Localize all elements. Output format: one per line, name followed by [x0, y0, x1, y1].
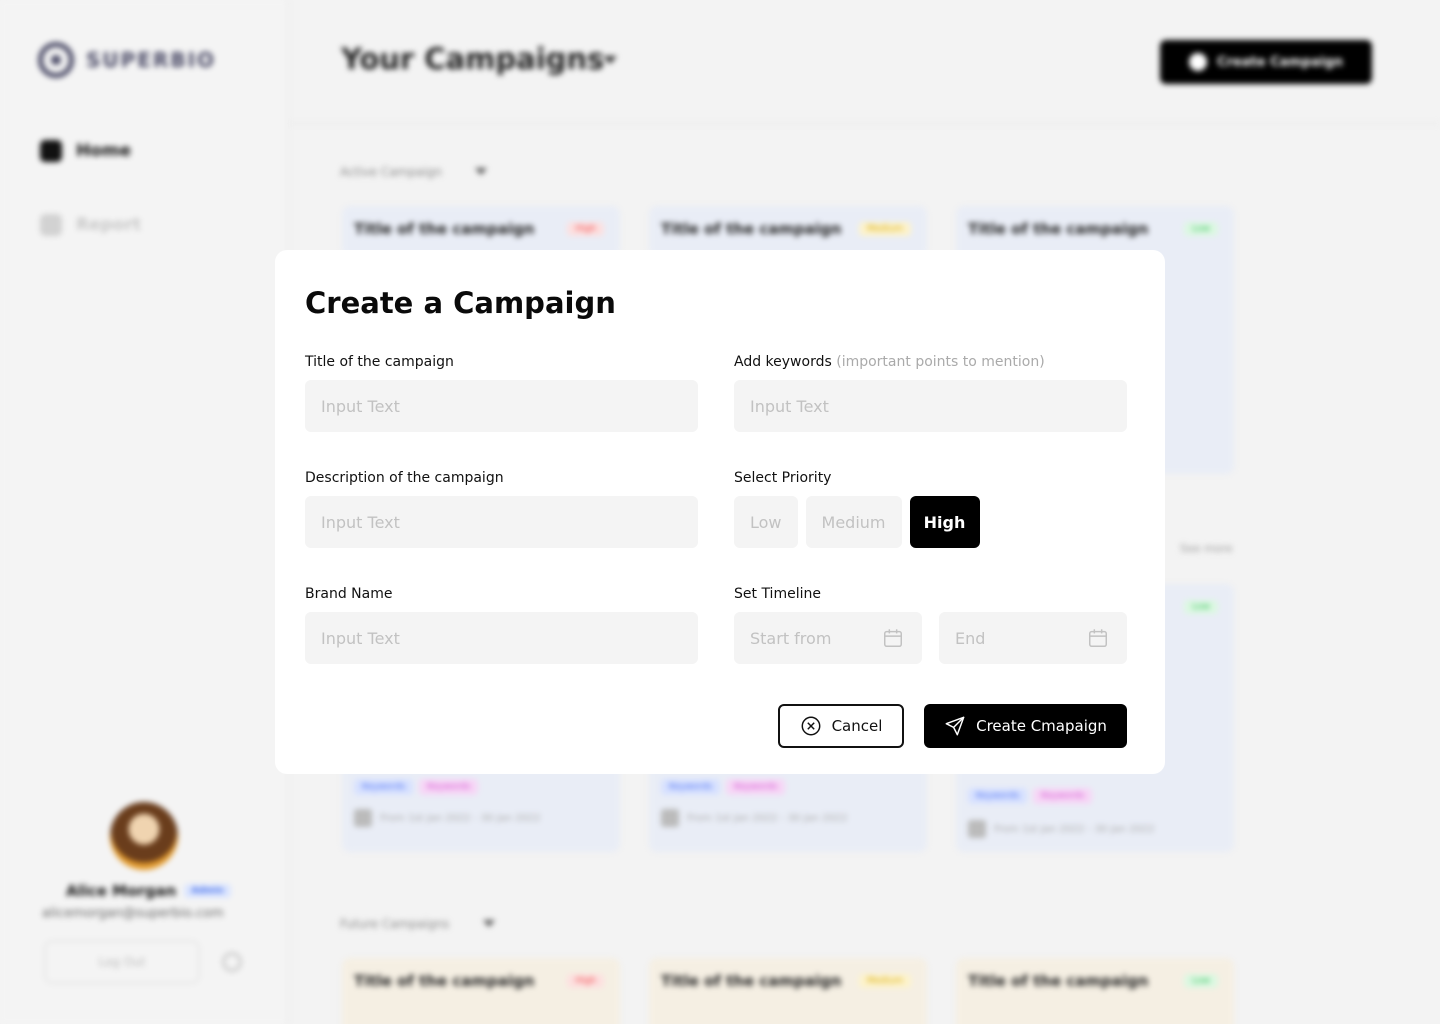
campaign-card[interactable]: Title of the campaign High — [342, 206, 620, 256]
user-name: Alice Morgan Admin — [66, 882, 231, 900]
calendar-icon — [884, 629, 902, 647]
create-campaign-modal: Create a Campaign Title of the campaign … — [275, 250, 1165, 774]
sidebar-item-report[interactable]: Report — [40, 214, 141, 236]
campaign-title-input[interactable] — [305, 380, 698, 432]
header: Your Campaigns Create Campaign — [289, 0, 1440, 124]
timeline-text: From 1st Jan 2022 - 30 Jan 2022 — [687, 812, 848, 824]
end-date-field[interactable]: End — [939, 612, 1127, 664]
priority-badge: Medium — [859, 222, 911, 236]
keywords-hint: (important points to mention) — [836, 354, 1045, 370]
section-future-label: Future Campaigns — [340, 917, 450, 931]
timeline-field-label: Set Timeline — [734, 586, 821, 602]
calendar-icon — [968, 820, 986, 838]
campaign-card[interactable]: Title of the campaign Low — [956, 958, 1234, 1024]
priority-badge: Medium — [859, 974, 911, 988]
start-date-placeholder: Start from — [750, 628, 832, 648]
title-field-label: Title of the campaign — [305, 354, 454, 370]
send-icon — [945, 716, 965, 736]
priority-badge: Low — [1184, 600, 1218, 614]
campaign-card[interactable]: Title of the campaign Medium — [649, 958, 927, 1024]
sidebar-item-label: Report — [76, 215, 141, 235]
start-date-field[interactable]: Start from — [734, 612, 922, 664]
keyword-tag: Keywords — [354, 779, 414, 795]
priority-medium-button[interactable]: Medium — [805, 496, 902, 548]
priority-low-button[interactable]: Low — [734, 496, 798, 548]
logo-text: SUPERBIO — [86, 48, 217, 72]
cancel-label: Cancel — [831, 717, 883, 735]
priority-badge: Low — [1184, 974, 1218, 988]
priority-badge: High — [567, 974, 604, 988]
calendar-icon — [1089, 629, 1107, 647]
report-icon — [40, 214, 62, 236]
card-timeline: From 1st Jan 2022 - 30 Jan 2022 — [968, 820, 1155, 838]
see-more-link[interactable]: See more — [1180, 542, 1233, 555]
user-email: alicemorgan@superbio.com — [42, 906, 224, 921]
priority-selector: Low Medium High — [734, 496, 980, 548]
page-title: Your Campaigns — [341, 42, 605, 76]
sidebar: SUPERBIO Home Report Alice Morgan Admin … — [0, 0, 288, 1024]
user-name-text: Alice Morgan — [66, 882, 177, 900]
create-campaign-label: Create Cmapaign — [976, 717, 1107, 735]
create-campaign-button[interactable]: Create Campaign — [1160, 40, 1372, 84]
keyword-tag: Keywords — [661, 779, 721, 795]
calendar-icon — [354, 809, 372, 827]
brand-name-input[interactable] — [305, 612, 698, 664]
create-campaign-label: Create Campaign — [1216, 54, 1344, 70]
priority-badge: Low — [1184, 222, 1218, 236]
description-field-label: Description of the campaign — [305, 470, 504, 486]
timeline-text: From 1st Jan 2022 - 30 Jan 2022 — [994, 823, 1155, 835]
close-circle-icon — [801, 716, 821, 736]
campaign-card[interactable]: Title of the campaign High — [342, 958, 620, 1024]
logo-icon — [38, 42, 74, 78]
keywords-field-label: Add keywords (important points to mentio… — [734, 354, 1045, 370]
chevron-down-icon[interactable] — [603, 56, 617, 64]
priority-badge: High — [567, 222, 604, 236]
keyword-tag: Keywords — [1033, 788, 1093, 804]
priority-field-label: Select Priority — [734, 470, 832, 486]
plus-icon — [1188, 53, 1207, 71]
chevron-down-icon[interactable] — [475, 168, 487, 175]
logo: SUPERBIO — [38, 42, 216, 78]
campaign-description-input[interactable] — [305, 496, 698, 548]
cancel-button[interactable]: Cancel — [778, 704, 904, 748]
user-role-badge: Admin — [184, 884, 231, 898]
logout-button[interactable]: Log Out — [44, 940, 200, 984]
timeline-text: From 1st Jan 2022 - 30 Jan 2022 — [380, 812, 541, 824]
brand-field-label: Brand Name — [305, 586, 393, 602]
home-icon — [40, 140, 62, 162]
chevron-down-icon[interactable] — [483, 920, 495, 927]
keyword-tag: Keywords — [419, 779, 479, 795]
settings-icon[interactable] — [222, 952, 242, 972]
calendar-icon — [661, 809, 679, 827]
section-active-label: Active Campaign — [340, 165, 442, 179]
card-timeline: From 1st Jan 2022 - 30 Jan 2022 — [661, 809, 915, 827]
create-campaign-submit-button[interactable]: Create Cmapaign — [924, 704, 1127, 748]
priority-high-button[interactable]: High — [909, 496, 980, 548]
sidebar-item-home[interactable]: Home — [40, 140, 131, 162]
keywords-input[interactable] — [734, 380, 1127, 432]
end-date-placeholder: End — [955, 628, 986, 648]
campaign-card[interactable]: Title of the campaign Medium — [649, 206, 927, 256]
keywords-label-text: Add keywords — [734, 354, 832, 370]
card-timeline: From 1st Jan 2022 - 30 Jan 2022 — [354, 809, 608, 827]
modal-title: Create a Campaign — [305, 286, 616, 320]
keyword-tag: Keywords — [968, 788, 1028, 804]
keyword-tag: Keywords — [726, 779, 786, 795]
avatar — [110, 802, 178, 870]
sidebar-item-label: Home — [76, 141, 132, 161]
